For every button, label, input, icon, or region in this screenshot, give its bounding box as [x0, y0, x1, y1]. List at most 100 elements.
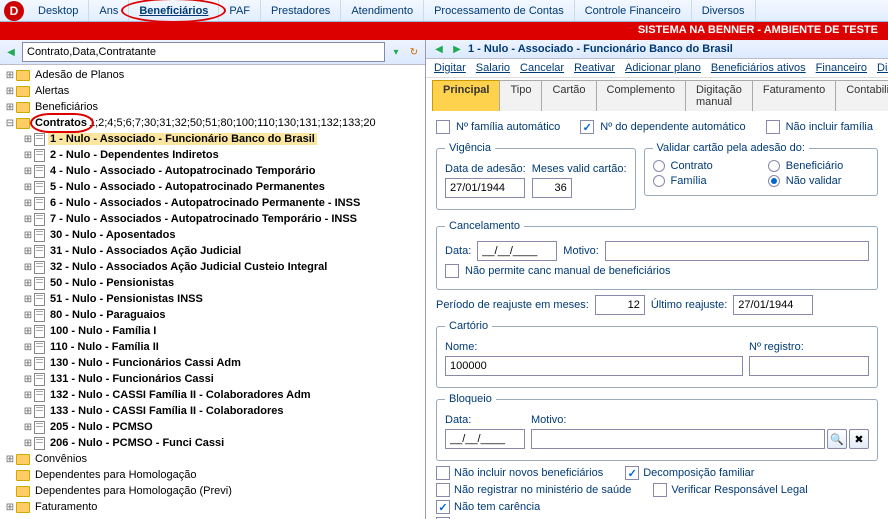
tree-row[interactable]: ⊞205 - Nulo - PCMSO	[0, 419, 425, 435]
radio-benefici-rio[interactable]	[768, 160, 780, 172]
expand-icon[interactable]: ⊞	[22, 342, 34, 353]
tree-row[interactable]: ⊞32 - Nulo - Associados Ação Judicial Cu…	[0, 259, 425, 275]
tree-row[interactable]: Dependentes para Homologação	[0, 467, 425, 483]
tree-row[interactable]: ⊞131 - Nulo - Funcionários Cassi	[0, 371, 425, 387]
expand-icon[interactable]: ⊞	[4, 502, 16, 513]
tree-row[interactable]: ⊞Adesão de Planos	[0, 67, 425, 83]
tree-row[interactable]: ⊞31 - Nulo - Associados Ação Judicial	[0, 243, 425, 259]
action-salario[interactable]: Salario	[476, 62, 510, 74]
tab-tipo[interactable]: Tipo	[499, 80, 542, 111]
tree-row[interactable]: ⊞7 - Nulo - Associados - Autopatrocinado…	[0, 211, 425, 227]
input-cancel-motivo[interactable]	[605, 241, 869, 261]
expand-icon[interactable]: ⊞	[22, 134, 34, 145]
expand-icon[interactable]: ⊞	[22, 214, 34, 225]
expand-icon[interactable]: ⊞	[22, 262, 34, 273]
input-registro[interactable]	[749, 356, 869, 376]
action-dia[interactable]: Dia	[877, 62, 888, 74]
action-financeiro[interactable]: Financeiro	[816, 62, 867, 74]
tree-row[interactable]: ⊞110 - Nulo - Família II	[0, 339, 425, 355]
expand-icon[interactable]: ⊞	[22, 150, 34, 161]
input-meses[interactable]	[532, 178, 572, 198]
cb-nao-incluir-familia[interactable]	[766, 120, 780, 134]
expand-icon[interactable]: ⊞	[4, 86, 16, 97]
menu-desktop[interactable]: Desktop	[28, 0, 89, 21]
expand-icon[interactable]: ⊞	[22, 310, 34, 321]
tree-row[interactable]: ⊞1 - Nulo - Associado - Funcionário Banc…	[0, 131, 425, 147]
expand-icon[interactable]: ⊞	[22, 438, 34, 449]
cb-n-o-registrar-no-minist-rio-de-sa-de[interactable]	[436, 483, 450, 497]
radio-n-o-validar[interactable]	[768, 175, 780, 187]
contracts-tree[interactable]: ⊞Adesão de Planos⊞Alertas⊞Beneficiários⊟…	[0, 65, 425, 519]
menu-diversos[interactable]: Diversos	[692, 0, 756, 21]
tree-row[interactable]: ⊞206 - Nulo - PCMSO - Funci Cassi	[0, 435, 425, 451]
tree-row[interactable]: ⊟Contratos 1;2;4;5;6;7;30;31;32;50;51;80…	[0, 115, 425, 131]
menu-atendimento[interactable]: Atendimento	[341, 0, 424, 21]
tree-row[interactable]: ⊞Alertas	[0, 83, 425, 99]
cb-n-o-incluir-novos-benefici-rios[interactable]	[436, 466, 450, 480]
radio-fam-lia[interactable]	[653, 175, 665, 187]
nav-refresh-icon[interactable]: ↻	[407, 45, 421, 59]
cb-decomposi-o-familiar[interactable]	[625, 466, 639, 480]
cb-verificar-respons-vel-legal[interactable]	[653, 483, 667, 497]
lookup-icon[interactable]: 🔍	[827, 429, 847, 449]
tree-row[interactable]: ⊞133 - Nulo - CASSI Família II - Colabor…	[0, 403, 425, 419]
expand-icon[interactable]: ⊞	[22, 182, 34, 193]
expand-icon[interactable]: ⊞	[22, 230, 34, 241]
nav-dropdown-icon[interactable]: ▾	[389, 45, 403, 59]
expand-icon[interactable]: ⊞	[22, 278, 34, 289]
expand-icon[interactable]: ⊞	[4, 102, 16, 113]
tree-row[interactable]: ⊞50 - Nulo - Pensionistas	[0, 275, 425, 291]
menu-benefici-rios[interactable]: Beneficiários	[129, 0, 219, 21]
tree-row[interactable]: ⊞30 - Nulo - Aposentados	[0, 227, 425, 243]
tree-row[interactable]: Dependentes para Homologação (Previ)	[0, 483, 425, 499]
cb-auto-dependente[interactable]	[580, 120, 594, 134]
tree-row[interactable]: ⊞130 - Nulo - Funcionários Cassi Adm	[0, 355, 425, 371]
cb-auto-familia[interactable]	[436, 120, 450, 134]
cb-nao-permite-canc[interactable]	[445, 264, 459, 278]
expand-icon[interactable]: ⊞	[22, 374, 34, 385]
expand-icon[interactable]: ⊞	[22, 166, 34, 177]
menu-controle-financeiro[interactable]: Controle Financeiro	[575, 0, 692, 21]
tree-row[interactable]: ⊞80 - Nulo - Paraguaios	[0, 307, 425, 323]
expand-icon[interactable]: ⊞	[22, 358, 34, 369]
action-adicionar-plano[interactable]: Adicionar plano	[625, 62, 701, 74]
expand-icon[interactable]: ⊞	[22, 422, 34, 433]
input-data-adesao[interactable]	[445, 178, 525, 198]
tab-digita-o-manual[interactable]: Digitação manual	[685, 80, 753, 111]
clear-icon[interactable]: ✖	[849, 429, 869, 449]
expand-icon[interactable]: ⊟	[4, 118, 16, 129]
nav-back-icon[interactable]: ◀	[4, 45, 18, 59]
tree-row[interactable]: ⊞4 - Nulo - Associado - Autopatrocinado …	[0, 163, 425, 179]
tab-cart-o[interactable]: Cartão	[541, 80, 596, 111]
tab-complemento[interactable]: Complemento	[596, 80, 686, 111]
input-cancel-data[interactable]	[477, 241, 557, 261]
expand-icon[interactable]: ⊞	[22, 198, 34, 209]
detail-fwd-icon[interactable]: ▶	[450, 42, 464, 56]
menu-prestadores[interactable]: Prestadores	[261, 0, 341, 21]
expand-icon[interactable]: ⊞	[22, 390, 34, 401]
tree-row[interactable]: ⊞2 - Nulo - Dependentes Indiretos	[0, 147, 425, 163]
tree-row[interactable]: ⊞100 - Nulo - Família I	[0, 323, 425, 339]
expand-icon[interactable]: ⊞	[22, 294, 34, 305]
tree-row[interactable]: ⊞5 - Nulo - Associado - Autopatrocinado …	[0, 179, 425, 195]
tree-row[interactable]: ⊞Convênios	[0, 451, 425, 467]
tab-principal[interactable]: Principal	[432, 80, 500, 111]
breadcrumb-input[interactable]	[22, 42, 385, 62]
expand-icon[interactable]: ⊞	[22, 326, 34, 337]
tree-row[interactable]: ⊞51 - Nulo - Pensionistas INSS	[0, 291, 425, 307]
input-nome[interactable]	[445, 356, 743, 376]
expand-icon[interactable]: ⊞	[4, 70, 16, 81]
action-digitar[interactable]: Digitar	[434, 62, 466, 74]
expand-icon[interactable]: ⊞	[4, 454, 16, 465]
tab-faturamento[interactable]: Faturamento	[752, 80, 836, 111]
action-reativar[interactable]: Reativar	[574, 62, 615, 74]
input-bloqueio-motivo[interactable]	[531, 429, 825, 449]
detail-back-icon[interactable]: ◀	[432, 42, 446, 56]
cb-n-o-tem-car-ncia[interactable]	[436, 500, 450, 514]
expand-icon[interactable]: ⊞	[22, 406, 34, 417]
input-bloqueio-data[interactable]	[445, 429, 525, 449]
tree-row[interactable]: ⊞Faturamento	[0, 499, 425, 515]
action-benefici-rios-ativos[interactable]: Beneficiários ativos	[711, 62, 806, 74]
input-periodo[interactable]	[595, 295, 645, 315]
tree-row[interactable]: ⊞6 - Nulo - Associados - Autopatrocinado…	[0, 195, 425, 211]
